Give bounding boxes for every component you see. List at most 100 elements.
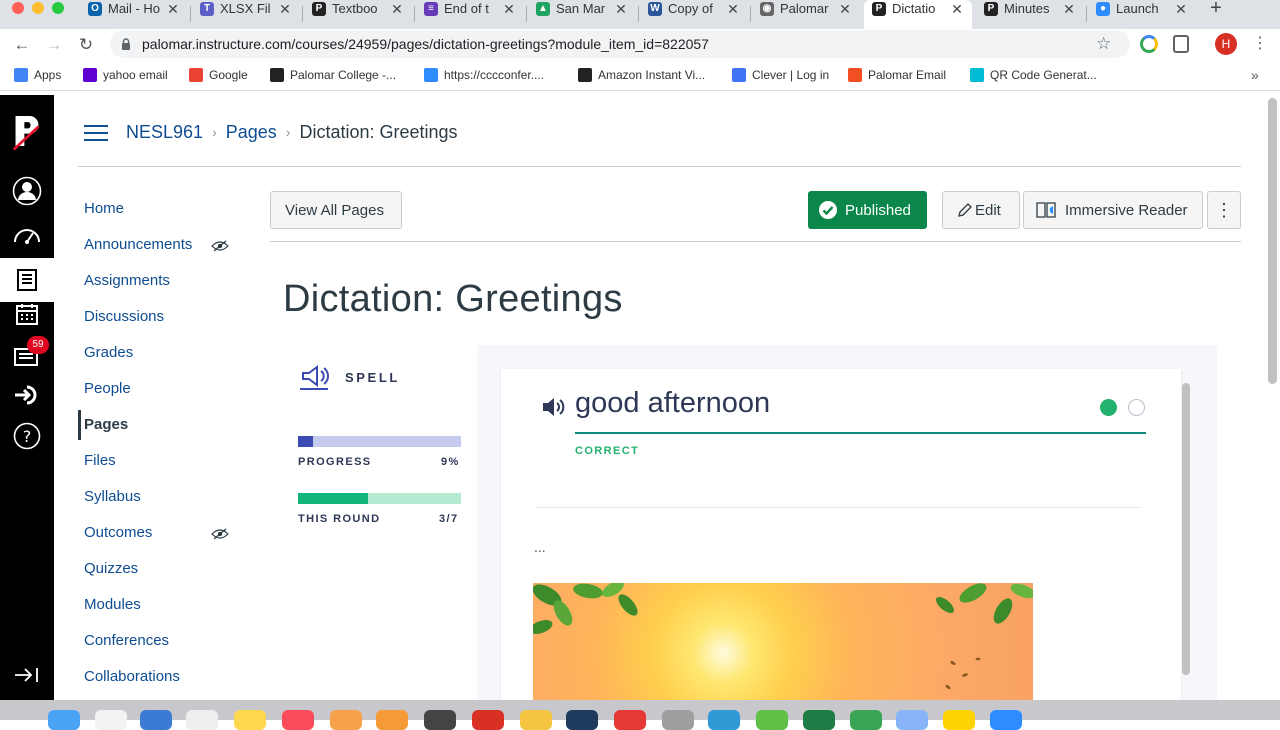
course-nav-collaborations[interactable]: Collaborations [84,668,180,685]
help-icon[interactable]: ? [12,421,42,451]
dock-calendar-icon[interactable] [186,710,218,730]
activity-scrollbar[interactable] [1182,383,1190,675]
close-tab-icon[interactable]: ✕ [166,1,180,18]
course-nav-discussions[interactable]: Discussions [84,308,164,325]
activity-scrollbar-thumb[interactable] [1182,383,1190,675]
course-nav-home[interactable]: Home [84,200,124,217]
dock-app-icon[interactable] [614,710,646,730]
dock-app-icon[interactable] [850,710,882,730]
close-tab-icon[interactable]: ✕ [614,1,628,18]
dock-app-icon[interactable] [708,710,740,730]
published-button[interactable]: Published [808,191,927,229]
browser-tab[interactable]: W Copy of ✕ [640,0,748,29]
close-tab-icon[interactable]: ✕ [1062,1,1076,18]
account-icon[interactable] [12,176,42,206]
extension-icon[interactable] [1140,35,1158,53]
browser-tab[interactable]: P Dictatio ✕ [864,0,972,29]
close-tab-icon[interactable]: ✕ [838,1,852,18]
browser-tab[interactable]: P Minutes ✕ [976,0,1084,29]
bookmark-label: Google [209,68,248,82]
dock-app-icon[interactable] [140,710,172,730]
bookmark-item[interactable]: Amazon Instant Vi... [578,68,705,82]
bookmark-favicon-icon [14,68,28,82]
browser-tab[interactable]: ▲ San Mar ✕ [528,0,636,29]
browser-tab[interactable]: T XLSX Fil ✕ [192,0,300,29]
breadcrumb-course-link[interactable]: NESL961 [126,122,203,143]
new-tab-button[interactable]: + [1204,0,1228,23]
dock-music-icon[interactable] [282,710,314,730]
audio-speaker-icon[interactable] [541,396,567,418]
extension-shield-icon[interactable] [1173,35,1189,53]
breadcrumb-pages-link[interactable]: Pages [226,122,277,143]
immersive-reader-button[interactable]: Immersive Reader [1023,191,1203,229]
close-tab-icon[interactable]: ✕ [1174,1,1188,18]
browser-tab[interactable]: ◉ Palomar ✕ [752,0,860,29]
dock-app-icon[interactable] [943,710,975,730]
bookmark-item[interactable]: Palomar College -... [270,68,396,82]
dock-app-icon[interactable] [662,710,694,730]
view-all-pages-button[interactable]: View All Pages [270,191,402,229]
courses-icon[interactable] [0,258,54,302]
dock-app-icon[interactable] [472,710,504,730]
minimize-window-button[interactable] [32,2,44,14]
profile-avatar[interactable]: H [1215,33,1237,55]
browser-menu-icon[interactable]: ⋮ [1252,33,1268,53]
bookmark-item[interactable]: https://cccconfer.... [424,68,544,82]
bookmark-item[interactable]: Google [189,68,248,82]
dock-chrome-icon[interactable] [520,710,552,730]
course-nav-assignments[interactable]: Assignments [84,272,170,289]
forward-icon[interactable]: → [41,32,67,58]
close-window-button[interactable] [12,2,24,14]
collapse-nav-icon[interactable] [12,660,42,690]
course-nav-people[interactable]: People [84,380,131,397]
course-nav-modules[interactable]: Modules [84,596,141,613]
bookmark-item[interactable]: Apps [14,68,61,82]
course-nav-syllabus[interactable]: Syllabus [84,488,141,505]
bookmark-item[interactable]: QR Code Generat... [970,68,1097,82]
close-tab-icon[interactable]: ✕ [390,1,404,18]
close-tab-icon[interactable]: ✕ [950,1,964,18]
bookmark-star-icon[interactable]: ☆ [1096,34,1111,54]
more-options-button[interactable]: ⋮ [1207,191,1241,229]
dock-finder-icon[interactable] [48,710,80,730]
dock-excel-icon[interactable] [803,710,835,730]
reload-icon[interactable]: ↻ [73,32,99,58]
browser-tab[interactable]: O Mail - Ho ✕ [80,0,188,29]
history-icon[interactable] [12,380,42,410]
course-nav-conferences[interactable]: Conferences [84,632,169,649]
course-nav-files[interactable]: Files [84,452,116,469]
dock-app-icon[interactable] [424,710,456,730]
dock-app-icon[interactable] [376,710,408,730]
dock-app-icon[interactable] [95,710,127,730]
bookmark-item[interactable]: yahoo email [83,68,168,82]
dock-app-icon[interactable] [896,710,928,730]
course-nav-announcements[interactable]: Announcements [84,236,192,253]
back-icon[interactable]: ← [9,32,35,58]
dashboard-icon[interactable] [12,220,42,250]
course-nav-outcomes[interactable]: Outcomes [84,524,152,541]
course-nav-pages[interactable]: Pages [84,416,128,433]
dock-app-icon[interactable] [756,710,788,730]
dock-zoom-icon[interactable] [990,710,1022,730]
dock-photos-icon[interactable] [330,710,362,730]
browser-tab[interactable]: ≡ End of t ✕ [416,0,524,29]
edit-button[interactable]: Edit [942,191,1020,229]
palomar-logo[interactable] [12,113,42,150]
zoom-window-button[interactable] [52,2,64,14]
course-nav-grades[interactable]: Grades [84,344,133,361]
course-nav-quizzes[interactable]: Quizzes [84,560,138,577]
close-tab-icon[interactable]: ✕ [726,1,740,18]
bookmark-item[interactable]: Clever | Log in [732,68,829,82]
browser-tab[interactable]: P Textboo ✕ [304,0,412,29]
dock-notes-icon[interactable] [234,710,266,730]
url-bar[interactable]: palomar.instructure.com/courses/24959/pa… [110,30,1130,58]
hamburger-menu-icon[interactable] [84,124,108,142]
more-bookmarks-icon[interactable]: » [1251,67,1259,83]
close-tab-icon[interactable]: ✕ [502,1,516,18]
browser-tab[interactable]: ● Launch ✕ [1088,0,1196,29]
bookmark-item[interactable]: Palomar Email [848,68,946,82]
dock-app-icon[interactable] [566,710,598,730]
page-scrollbar-thumb[interactable] [1268,98,1277,384]
calendar-icon[interactable] [12,299,42,329]
close-tab-icon[interactable]: ✕ [278,1,292,18]
